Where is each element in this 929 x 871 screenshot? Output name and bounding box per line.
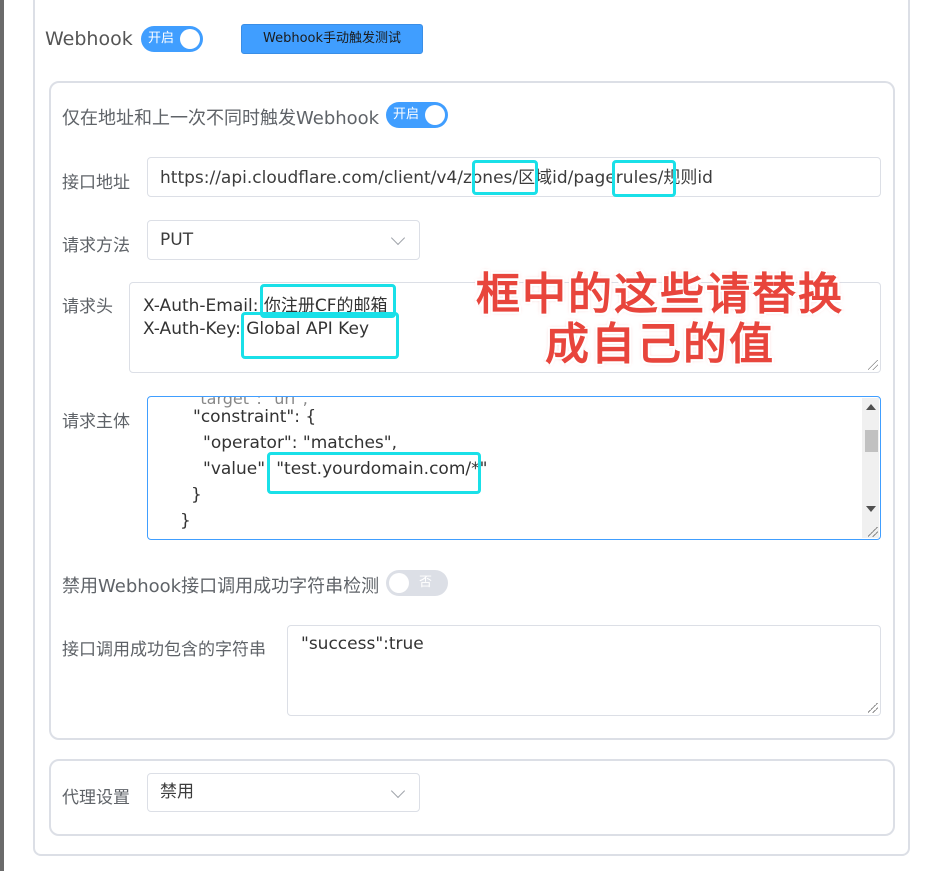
body-line-4: } [191,485,202,505]
disable-check-switch[interactable]: 否 [386,570,448,596]
body-textarea[interactable]: "target": "url", "constraint": { "operat… [147,396,881,540]
highlight-zone-id [472,160,538,195]
scroll-up-icon[interactable] [866,404,876,410]
scroll-down-icon[interactable] [866,506,876,512]
body-line-2: "operator": "matches", [203,433,398,453]
window-edge [0,0,4,871]
highlight-domain [267,452,481,494]
proxy-value: 禁用 [160,782,194,802]
chevron-down-icon [390,230,406,246]
webhook-label: Webhook [45,28,133,50]
headers-label: 请求头 [62,297,113,317]
only-changed-switch-text: 开启 [393,107,420,122]
disable-check-switch-text: 否 [418,575,432,590]
resize-handle[interactable] [868,703,878,713]
webhook-switch-text: 开启 [148,31,175,46]
annotation-line-2: 成自己的值 [545,319,775,370]
url-label: 接口地址 [62,173,130,193]
disable-check-label: 禁用Webhook接口调用成功字符串检测 [62,576,380,597]
chevron-down-icon [390,783,406,798]
scroll-thumb[interactable] [865,430,878,452]
switch-knob [180,29,200,49]
method-value: PUT [160,230,194,250]
body-line-5: } [180,511,191,531]
annotation-line-1: 框中的这些请替换 [476,269,844,320]
proxy-select[interactable]: 禁用 [147,773,420,812]
body-label: 请求主体 [62,412,130,432]
switch-knob [425,105,445,125]
resize-handle[interactable] [868,360,878,370]
highlight-rule-id [612,160,676,197]
success-string-textarea[interactable]: "success":true [287,625,881,716]
method-select[interactable]: PUT [147,220,420,260]
success-string-value: "success":true [301,634,424,654]
body-line-1: "constraint": { [193,407,317,427]
body-scrollbar[interactable] [862,398,879,538]
only-changed-switch[interactable]: 开启 [386,102,448,128]
switch-knob [389,573,409,593]
method-label: 请求方法 [62,236,130,256]
only-changed-label: 仅在地址和上一次不同时触发Webhook [62,108,380,129]
resize-handle[interactable] [868,527,878,537]
proxy-label: 代理设置 [62,788,130,808]
webhook-test-button[interactable]: Webhook手动触发测试 [241,24,423,54]
success-string-label: 接口调用成功包含的字符串 [62,640,266,660]
webhook-switch[interactable]: 开启 [141,26,203,52]
highlight-api-key [241,312,399,359]
